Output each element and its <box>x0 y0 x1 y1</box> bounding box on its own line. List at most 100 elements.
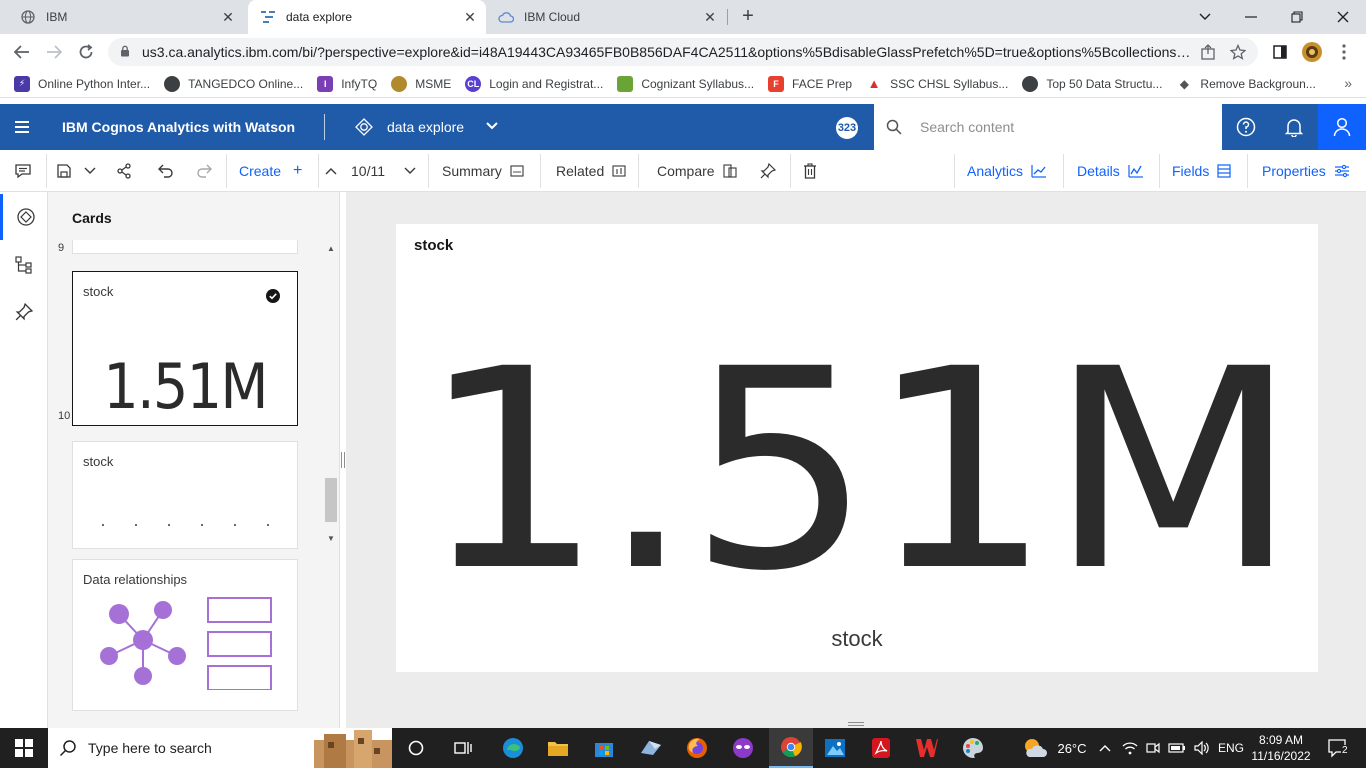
paint-icon[interactable] <box>951 728 995 768</box>
bookmark-item[interactable]: Top 50 Data Structu... <box>1022 75 1162 92</box>
share-icon[interactable] <box>1200 44 1216 63</box>
wifi-icon[interactable] <box>1120 728 1140 768</box>
explore-name[interactable]: data explore <box>387 119 464 135</box>
help-icon[interactable] <box>1222 104 1270 150</box>
back-arrow-icon[interactable] <box>10 40 34 64</box>
kpi-value: 1.51M <box>419 311 1299 632</box>
lightning-icon: ⚡ <box>14 75 30 92</box>
notification-center-icon[interactable]: 2 <box>1318 728 1358 768</box>
notifications-badge[interactable]: 323 <box>836 117 858 139</box>
details-button[interactable]: Details <box>1077 150 1144 192</box>
hamburger-menu-icon[interactable] <box>10 115 34 139</box>
main-card-stock[interactable]: stock 1.51M stock <box>396 224 1318 672</box>
properties-button[interactable]: Properties <box>1262 150 1350 192</box>
volume-icon[interactable] <box>1191 728 1213 768</box>
edge-icon[interactable] <box>492 728 534 768</box>
card-data-relationships[interactable]: Data relationships <box>72 559 298 711</box>
card-stock[interactable]: stock <box>72 441 298 549</box>
compare-button[interactable]: Compare <box>657 150 737 192</box>
bookmark-item[interactable]: MSME <box>391 75 451 92</box>
analytics-button[interactable]: Analytics <box>967 150 1047 192</box>
taskbar-search[interactable]: Type here to search <box>48 728 392 768</box>
firefox-icon[interactable] <box>675 728 719 768</box>
bookmark-star-icon[interactable] <box>1229 43 1247 63</box>
toolbar-separator <box>1247 154 1248 188</box>
forward-arrow-icon[interactable] <box>42 40 66 64</box>
comment-icon[interactable] <box>14 150 32 192</box>
close-tab-icon[interactable]: ✕ <box>220 9 236 25</box>
save-icon[interactable] <box>56 150 72 192</box>
acrobat-icon[interactable] <box>859 728 903 768</box>
close-tab-icon[interactable]: ✕ <box>702 9 718 25</box>
scroll-up-icon[interactable]: ▲ <box>326 244 336 254</box>
tab-search-icon[interactable] <box>1182 0 1228 34</box>
side-panel-icon[interactable] <box>1268 40 1292 64</box>
relationships-rail-button[interactable] <box>0 242 48 288</box>
close-window-icon[interactable] <box>1320 0 1366 34</box>
bookmark-item[interactable]: ▲ SSC CHSL Syllabus... <box>866 75 1008 92</box>
bookmark-item[interactable]: I InfyTQ <box>317 75 377 92</box>
windows-start-icon[interactable] <box>0 728 48 768</box>
related-button[interactable]: Related <box>556 150 626 192</box>
explore-icon <box>355 118 373 136</box>
close-tab-icon[interactable]: ✕ <box>462 9 478 25</box>
cortana-icon[interactable] <box>396 728 436 768</box>
card-stock-selected[interactable]: stock 1.51M <box>72 271 298 426</box>
bookmark-item[interactable]: TANGEDCO Online... <box>164 75 303 92</box>
reload-icon[interactable] <box>74 40 98 64</box>
browser-tab-ibm[interactable]: IBM ✕ <box>8 0 244 34</box>
pins-rail-button[interactable] <box>0 289 48 335</box>
bell-icon[interactable] <box>1270 104 1318 150</box>
bookmark-item[interactable]: CL Login and Registrat... <box>465 75 603 92</box>
browser-menu-icon[interactable] <box>1332 40 1356 64</box>
taskbar-clock[interactable]: 8:09 AM 11/16/2022 <box>1250 732 1312 764</box>
bookmark-item[interactable]: F FACE Prep <box>768 75 852 92</box>
pin-icon[interactable] <box>760 150 776 192</box>
restore-icon[interactable] <box>1274 0 1320 34</box>
cards-rail-button[interactable] <box>0 194 48 240</box>
weather-widget[interactable]: 26°C <box>1008 728 1100 768</box>
summary-button[interactable]: Summary <box>442 150 524 192</box>
minimize-icon[interactable] <box>1228 0 1274 34</box>
search-input[interactable] <box>920 119 1200 135</box>
cards-scrollbar[interactable]: ▲ ▼ <box>324 242 338 548</box>
trash-icon[interactable] <box>803 150 817 192</box>
chevron-down-icon[interactable] <box>484 118 500 134</box>
create-button[interactable]: Create + <box>239 150 302 192</box>
profile-avatar[interactable] <box>1300 40 1324 64</box>
more-bookmarks-icon[interactable]: » <box>1344 75 1352 91</box>
undo-icon[interactable] <box>156 150 174 192</box>
chevron-up-icon[interactable] <box>1096 728 1114 768</box>
app-icon[interactable] <box>629 728 673 768</box>
scroll-thumb[interactable] <box>325 478 337 522</box>
bookmark-item[interactable]: ⚡ Online Python Inter... <box>14 75 150 92</box>
toolbar-separator <box>790 154 791 188</box>
previous-card-icon[interactable] <box>325 150 337 192</box>
language-indicator[interactable]: ENG <box>1216 728 1246 768</box>
file-explorer-icon[interactable] <box>537 728 579 768</box>
battery-icon[interactable] <box>1166 728 1188 768</box>
chrome-icon[interactable] <box>769 728 813 768</box>
panel-resize-handle[interactable] <box>341 452 345 468</box>
microsoft-store-icon[interactable] <box>583 728 625 768</box>
card-previous[interactable] <box>72 240 298 254</box>
task-view-icon[interactable] <box>442 728 484 768</box>
canvas-resize-handle[interactable] <box>848 722 864 726</box>
bookmark-item[interactable]: Cognizant Syllabus... <box>617 75 754 92</box>
share-icon[interactable] <box>116 150 132 192</box>
chevron-down-icon[interactable] <box>84 150 96 192</box>
redo-icon[interactable] <box>196 150 214 192</box>
next-card-icon[interactable] <box>404 150 416 192</box>
app-w-icon[interactable] <box>905 728 949 768</box>
scroll-down-icon[interactable]: ▼ <box>326 534 336 544</box>
meet-icon[interactable] <box>1143 728 1163 768</box>
mask-app-icon[interactable] <box>721 728 765 768</box>
browser-tab-data-explore[interactable]: data explore ✕ <box>248 0 486 34</box>
user-icon[interactable] <box>1318 104 1366 150</box>
bookmark-item[interactable]: ◆ Remove Backgroun... <box>1176 75 1316 92</box>
new-tab-button[interactable]: + <box>737 5 759 27</box>
address-bar[interactable]: us3.ca.analytics.ibm.com/bi/?perspective… <box>108 38 1258 66</box>
browser-tab-ibm-cloud[interactable]: IBM Cloud ✕ <box>486 0 726 34</box>
photos-icon[interactable] <box>813 728 857 768</box>
fields-button[interactable]: Fields <box>1172 150 1231 192</box>
